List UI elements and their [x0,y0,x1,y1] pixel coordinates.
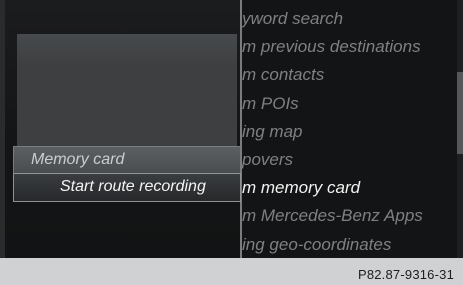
menu-item-memory-card[interactable]: m memory card [242,174,423,202]
menu-item-keyword-search[interactable]: yword search [242,5,423,33]
menu-item-map[interactable]: ing map [242,118,423,146]
left-pane [0,0,240,258]
start-route-recording-item[interactable]: Start route recording [13,173,241,202]
destination-menu-pane: yword search m previous destinations m c… [242,0,463,258]
menu-item-geo-coordinates[interactable]: ing geo-coordinates [242,231,423,259]
destination-menu-list: yword search m previous destinations m c… [242,5,423,258]
menu-item-mercedes-benz-apps[interactable]: m Mercedes-Benz Apps [242,202,423,230]
submenu-title: Memory card [31,151,125,168]
menu-scrollbar-thumb[interactable] [457,72,463,154]
menu-item-pois[interactable]: m POIs [242,90,423,118]
submenu-item-label: Start route recording [60,178,206,195]
figure-code: P82.87-9316-31 [357,267,454,282]
menu-item-stopovers[interactable]: povers [242,146,423,174]
left-edge-strip [0,0,5,258]
menu-item-contacts[interactable]: m contacts [242,61,423,89]
menu-item-previous-destinations[interactable]: m previous destinations [242,33,423,61]
submenu-header: Memory card [13,146,241,173]
menu-scrollbar[interactable] [457,0,463,258]
navigation-screen: yword search m previous destinations m c… [0,0,463,258]
map-preview-box [17,34,237,146]
memory-card-submenu: Memory card Start route recording [13,146,243,204]
